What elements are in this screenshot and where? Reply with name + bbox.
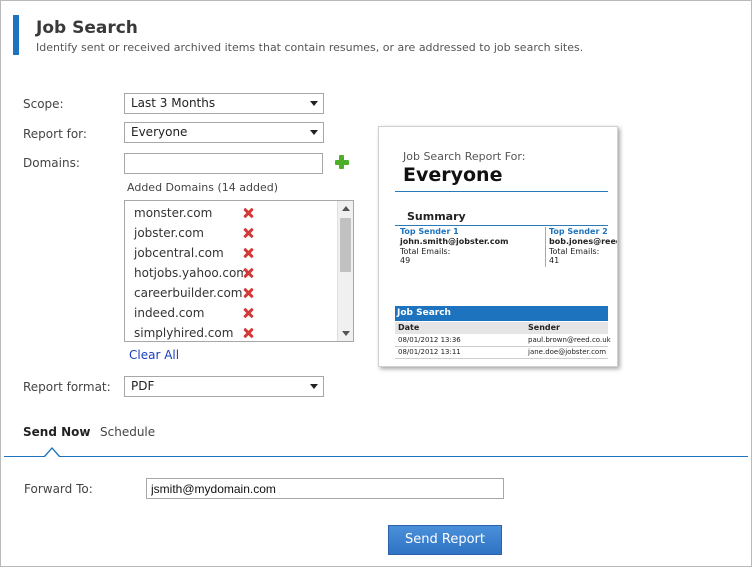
preview-column-separator xyxy=(545,227,546,267)
remove-icon[interactable] xyxy=(243,268,253,278)
scope-label: Scope: xyxy=(23,97,64,111)
preview-table-header: Date Sender xyxy=(395,322,608,334)
report-format-label: Report format: xyxy=(23,380,111,394)
chevron-down-icon xyxy=(310,101,318,106)
scroll-thumb[interactable] xyxy=(340,218,351,272)
report-for-select[interactable]: Everyone xyxy=(124,122,324,143)
remove-icon[interactable] xyxy=(243,208,253,218)
tab-send-now[interactable]: Send Now xyxy=(23,425,90,439)
clear-all-link[interactable]: Clear All xyxy=(129,348,179,362)
domain-input[interactable] xyxy=(124,153,323,174)
list-item: jobcentral.com xyxy=(134,243,334,263)
chevron-down-icon xyxy=(310,384,318,389)
report-preview: Job Search Report For: Everyone Summary … xyxy=(378,126,618,367)
remove-icon[interactable] xyxy=(243,248,253,258)
send-report-button[interactable]: Send Report xyxy=(388,525,502,555)
scope-value: Last 3 Months xyxy=(131,96,216,110)
list-item: hotjobs.yahoo.com xyxy=(134,263,334,283)
list-item: jobster.com xyxy=(134,223,334,243)
list-item: simplyhired.com xyxy=(134,323,334,341)
tab-schedule[interactable]: Schedule xyxy=(100,425,155,439)
table-row: 08/01/2012 13:11 jane.doe@jobster.com xyxy=(395,347,608,359)
remove-icon[interactable] xyxy=(243,328,253,338)
report-format-select[interactable]: PDF xyxy=(124,376,324,397)
remove-icon[interactable] xyxy=(243,288,253,298)
forward-to-label: Forward To: xyxy=(24,482,93,496)
table-row: 08/01/2012 13:36 paul.brown@reed.co.uk xyxy=(395,335,611,347)
page-subtitle: Identify sent or received archived items… xyxy=(36,41,584,54)
remove-icon[interactable] xyxy=(243,228,253,238)
list-item: careerbuilder.com xyxy=(134,283,334,303)
preview-divider xyxy=(395,225,608,226)
scroll-down-icon[interactable] xyxy=(342,331,350,336)
added-domains-caption: Added Domains (14 added) xyxy=(127,181,278,194)
header-accent-bar xyxy=(13,15,19,55)
preview-section-band: Job Search xyxy=(395,306,608,321)
report-for-label: Report for: xyxy=(23,127,87,141)
report-format-value: PDF xyxy=(131,379,155,393)
preview-top-sender-2: Top Sender 2 bob.jones@reed. Total Email… xyxy=(549,227,618,265)
remove-icon[interactable] xyxy=(243,308,253,318)
chevron-down-icon xyxy=(310,130,318,135)
tab-underline xyxy=(4,456,748,457)
forward-to-input[interactable] xyxy=(146,478,504,499)
scope-select[interactable]: Last 3 Months xyxy=(124,93,324,114)
add-domain-button[interactable] xyxy=(334,154,350,170)
list-item: indeed.com xyxy=(134,303,334,323)
preview-report-for: Job Search Report For: xyxy=(403,150,526,163)
preview-divider xyxy=(395,191,608,192)
list-item: monster.com xyxy=(134,203,334,223)
preview-top-sender-1: Top Sender 1 john.smith@jobster.com Tota… xyxy=(400,227,509,265)
page-title: Job Search xyxy=(36,18,138,38)
preview-summary-heading: Summary xyxy=(407,210,466,223)
domain-list[interactable]: monster.com jobster.com jobcentral.com h… xyxy=(124,200,354,342)
scroll-up-icon[interactable] xyxy=(342,206,350,211)
domains-label: Domains: xyxy=(23,156,80,170)
preview-recipient: Everyone xyxy=(403,164,503,186)
domain-list-scrollbar[interactable] xyxy=(337,201,353,341)
report-for-value: Everyone xyxy=(131,125,188,139)
